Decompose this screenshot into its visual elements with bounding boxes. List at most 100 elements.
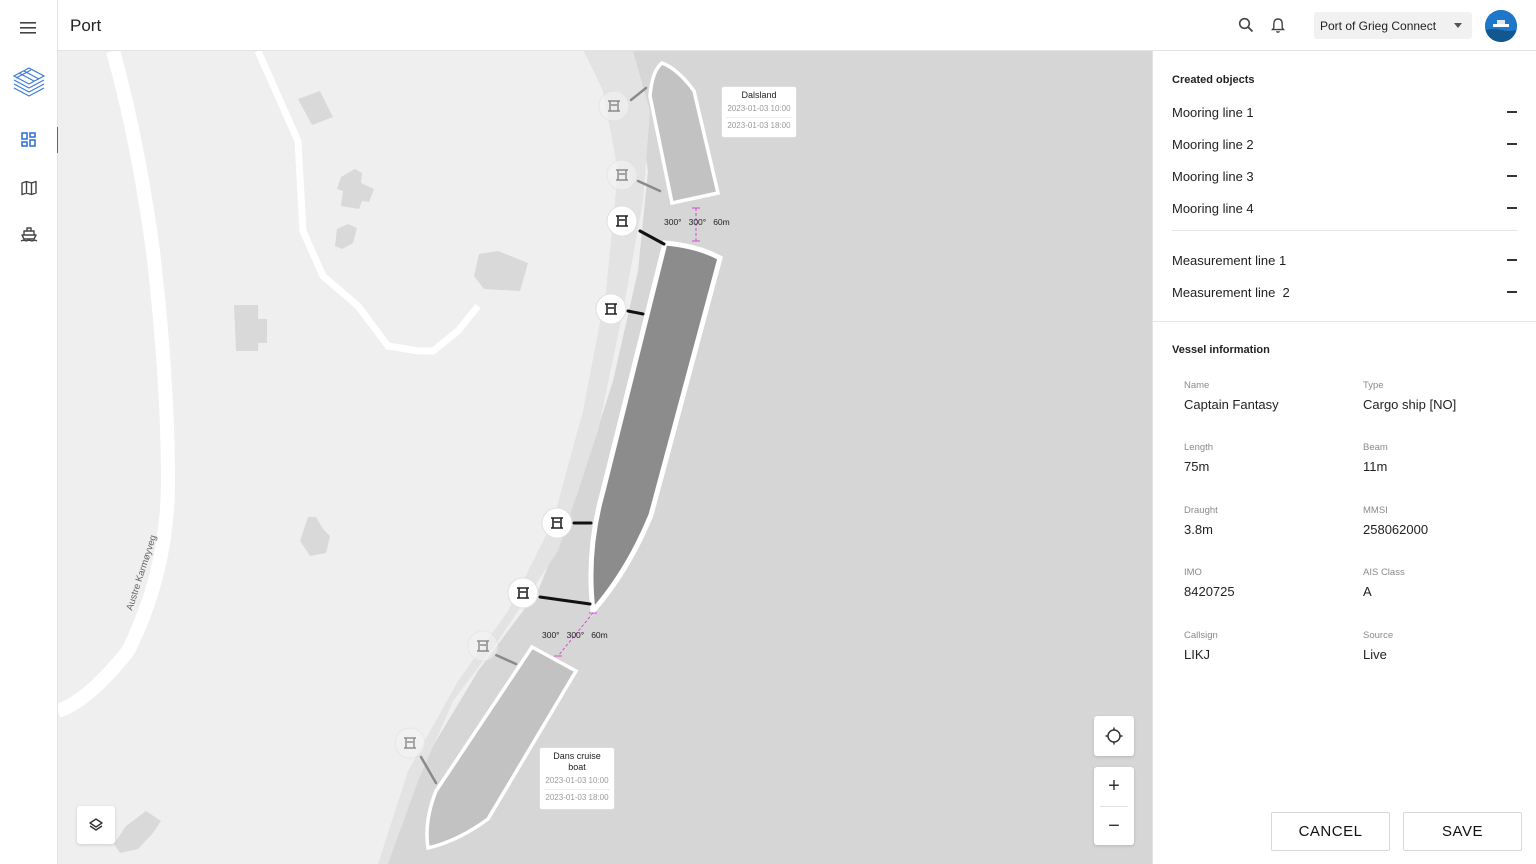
building [234, 305, 267, 351]
remove-icon[interactable] [1506, 170, 1518, 182]
field-value: 3.8m [1184, 522, 1213, 537]
field-label: Source [1363, 630, 1394, 641]
section-divider [1153, 321, 1536, 322]
measurement-line-label: Measurement line 2 [1172, 284, 1290, 300]
vessel-imo: IMO 8420725 [1184, 567, 1235, 599]
map-canvas[interactable]: Austre Karmøyveg Dalsland 2023-01-03 10:… [58, 51, 1152, 864]
angle-value: 300° [688, 217, 707, 227]
mooring-line-item[interactable]: Mooring line 2 [1172, 130, 1518, 158]
zoom-controls: + − [1094, 767, 1134, 845]
layers-button[interactable] [77, 806, 115, 844]
mooring-line-item[interactable]: Mooring line 3 [1172, 162, 1518, 190]
nav-vessels[interactable] [0, 214, 58, 254]
vessel-label-etd: 2023-01-03 18:00 [544, 789, 610, 806]
port-select[interactable]: Port of Grieg Connect [1314, 12, 1472, 39]
vessel-label-dans-cruise-boat[interactable]: Dans cruise boat 2023-01-03 10:00 2023-0… [539, 747, 615, 810]
vessel-mmsi: MMSI 258062000 [1363, 505, 1428, 537]
angle-value: 300° [566, 630, 585, 640]
building [114, 811, 161, 853]
vessel-label-etd: 2023-01-03 18:00 [726, 117, 792, 134]
avatar[interactable] [1485, 10, 1517, 42]
mooring-line-item[interactable]: Mooring line 4 [1172, 194, 1518, 222]
measurement-line-label: Measurement line 1 [1172, 252, 1287, 268]
vessel-callsign: Callsign LIKJ [1184, 630, 1218, 662]
search-button[interactable] [1235, 14, 1257, 36]
page-title: Port [70, 16, 102, 35]
map-icon [21, 180, 37, 196]
field-value: 11m [1363, 459, 1388, 474]
mooring-line-item[interactable]: Mooring line 1 [1172, 98, 1518, 126]
vessel-draught: Draught 3.8m [1184, 505, 1218, 537]
divider [1172, 230, 1518, 231]
measurement-line-item[interactable]: Measurement line 2 [1172, 278, 1518, 306]
distance-value: 60m [591, 630, 608, 640]
distance-value: 60m [713, 217, 730, 227]
crosshair-icon [1105, 727, 1123, 745]
road-main [58, 51, 176, 718]
port-select-value: Port of Grieg Connect [1320, 18, 1437, 33]
field-value: 75m [1184, 459, 1210, 474]
app: Port Port of Grieg Connect Austre Karmøy… [0, 0, 1536, 864]
layers-logo-icon [12, 67, 46, 97]
zoom-in-button[interactable]: + [1094, 767, 1134, 806]
measurement-readout-2: 300° 300° 60m [542, 630, 615, 640]
field-label: Length [1184, 442, 1214, 453]
vessel-length: Length 75m [1184, 442, 1213, 474]
vessel-type: Type Cargo ship [NO] [1363, 380, 1456, 412]
menu-button[interactable] [0, 8, 58, 48]
nav-dashboard[interactable] [0, 120, 59, 160]
mooring-line-label: Mooring line 4 [1172, 200, 1254, 216]
field-value: Live [1363, 647, 1387, 662]
vessel-ais-class: AIS Class A [1363, 567, 1405, 599]
locate-button[interactable] [1094, 716, 1134, 756]
remove-icon[interactable] [1506, 138, 1518, 150]
remove-icon[interactable] [1506, 202, 1518, 214]
save-button[interactable]: SAVE [1403, 812, 1522, 851]
field-label: Name [1184, 380, 1210, 391]
left-rail [0, 0, 59, 864]
zoom-out-button[interactable]: − [1094, 807, 1134, 846]
menu-icon [20, 22, 36, 34]
field-value: 258062000 [1363, 522, 1429, 537]
measurement-readout-1: 300° 300° 60m [664, 217, 737, 227]
field-label: MMSI [1363, 505, 1388, 516]
vessel-name: Name Captain Fantasy [1184, 380, 1279, 412]
dashboard-icon [21, 132, 36, 147]
field-label: Beam [1363, 442, 1388, 453]
vessel-label-eta: 2023-01-03 10:00 [545, 776, 609, 785]
app-logo[interactable] [0, 62, 58, 102]
building [300, 517, 330, 556]
remove-icon[interactable] [1506, 286, 1518, 298]
remove-icon[interactable] [1506, 254, 1518, 266]
field-label: Callsign [1184, 630, 1218, 641]
bell-icon [1271, 17, 1285, 33]
angle-value: 300° [664, 217, 682, 227]
layers-icon [89, 818, 103, 831]
field-value: LIKJ [1184, 647, 1211, 662]
vessel-label-dalsland[interactable]: Dalsland 2023-01-03 10:00 2023-01-03 18:… [721, 86, 797, 138]
vessel-label-eta: 2023-01-03 10:00 [727, 104, 791, 113]
mooring-line-label: Mooring line 2 [1172, 136, 1254, 152]
vessel-info-title: Vessel information [1172, 344, 1270, 356]
building [335, 224, 357, 249]
field-value: Cargo ship [NO] [1363, 397, 1457, 412]
remove-icon[interactable] [1506, 106, 1518, 118]
vessel-beam: Beam 11m [1363, 442, 1388, 474]
mooring-line-label: Mooring line 3 [1172, 168, 1254, 184]
measurement-line-item[interactable]: Measurement line 1 [1172, 246, 1518, 274]
field-label: AIS Class [1363, 567, 1405, 578]
notifications-button[interactable] [1267, 14, 1289, 36]
cancel-button[interactable]: CANCEL [1271, 812, 1390, 851]
ship-icon [20, 227, 38, 242]
search-icon [1238, 17, 1254, 33]
building [474, 251, 528, 291]
field-value: 8420725 [1184, 584, 1235, 599]
building [337, 169, 374, 209]
nav-map[interactable] [0, 168, 58, 208]
details-panel: Created objects Mooring line 1 Mooring l… [1152, 51, 1536, 864]
field-label: Draught [1184, 505, 1218, 516]
angle-value: 300° [542, 630, 560, 640]
field-label: Type [1363, 380, 1384, 391]
vessel-source: Source Live [1363, 630, 1393, 662]
mooring-line-label: Mooring line 1 [1172, 104, 1254, 120]
